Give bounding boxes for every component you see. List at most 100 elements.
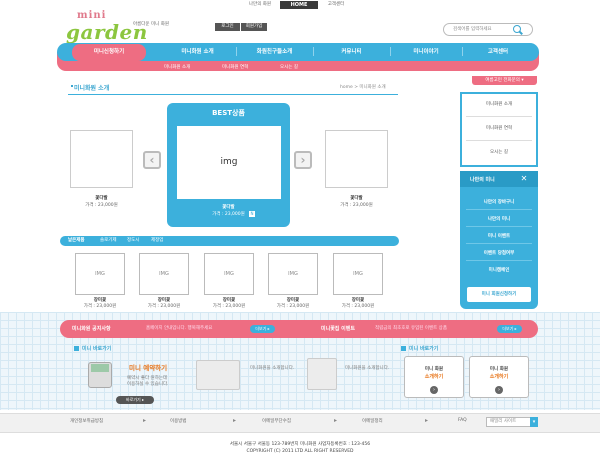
event-label: 미니꽃집 이벤트: [321, 326, 355, 332]
reservation-title[interactable]: 미니 예약하기: [129, 362, 167, 372]
category-tab[interactable]: 정도시: [127, 236, 139, 246]
tree-illustration: [307, 358, 337, 390]
notice-bar: [60, 320, 538, 338]
footer-link[interactable]: FAQ: [458, 418, 467, 423]
nav-item-apply[interactable]: 미니신청하기: [72, 44, 146, 61]
top-link-home[interactable]: HOME: [280, 1, 318, 9]
notice-label: 미니화원 공지사항: [72, 326, 111, 332]
quick-card-label: 소개하기: [489, 374, 509, 380]
product-price: 가격 : 23,000원: [83, 304, 117, 309]
section-bullet: [74, 346, 79, 351]
event-more-button[interactable]: 더보기 ▸: [497, 325, 522, 333]
category-tab[interactable]: 낱은제품: [68, 236, 85, 246]
chevron-down-icon[interactable]: ▾: [530, 417, 538, 427]
product-price: 가격 : 23,000원: [276, 304, 310, 309]
product-image[interactable]: IMG: [139, 253, 189, 295]
footer-address: 서울시 서울구 서울동 123-789번지 미니화원 사업자등록번호 : 123…: [229, 442, 371, 447]
side-link-location[interactable]: 오시는 길: [462, 149, 536, 155]
product-name: 꽃다발: [95, 196, 108, 201]
phone-screen: [91, 364, 109, 372]
best-product-name: 꽃다발: [222, 205, 235, 210]
nav-item-story[interactable]: 미니이야기: [391, 43, 461, 61]
section-bullet: [401, 346, 406, 351]
side-link-history[interactable]: 미니화원 연혁: [462, 125, 536, 131]
category-tab[interactable]: 제정업: [151, 236, 163, 246]
search-icon[interactable]: [513, 25, 521, 33]
side-tab-contact[interactable]: 여름고민 전화문의 ▾: [472, 76, 537, 85]
section-bullet: [71, 85, 73, 87]
event-text[interactable]: 적립금의 최초호로 유입된 이벤트 상품: [375, 320, 447, 338]
illustration-caption: 미니화원을 소개합니다.: [250, 366, 295, 371]
side-item-cart[interactable]: 나만의 장바구니: [466, 199, 532, 205]
product-image[interactable]: IMG: [333, 253, 383, 295]
quick-card-label: 소개하기: [424, 374, 444, 380]
logo-tagline: 아름다운 미니 화원: [133, 22, 169, 27]
subnav-item-location[interactable]: 오시는 길: [280, 64, 298, 72]
footer-copyright: COPYRIGHT (C) 2011 LTD ALL RIGHT RESERVE…: [246, 449, 354, 454]
footer-link[interactable]: 이메일정리: [362, 418, 383, 424]
join-link[interactable]: 회원가입: [241, 23, 267, 31]
top-link-support[interactable]: 고객센터: [318, 1, 354, 9]
divider: [466, 140, 532, 141]
category-tab[interactable]: 솔로기제: [100, 236, 117, 246]
new-badge: N: [249, 211, 255, 217]
reservation-go-button[interactable]: 바로가기 ▸: [116, 396, 154, 404]
go-icon[interactable]: ›: [430, 386, 438, 394]
reservation-text: 이용하실 수 있습니다.: [127, 382, 169, 387]
side-link-intro[interactable]: 미니화원 소개: [462, 101, 536, 107]
side-item-event[interactable]: 미니 이벤트: [466, 233, 532, 239]
side-item-campaign[interactable]: 미니캠페인: [466, 267, 532, 273]
subnav-item-intro[interactable]: 미니화원 소개: [164, 64, 190, 72]
notice-text[interactable]: 홈페이지 안내입니다. 행복해주세요: [146, 320, 212, 338]
product-thumb[interactable]: [70, 130, 133, 188]
nav-item-intro[interactable]: 미니화원 소개: [160, 43, 235, 61]
illustration: [196, 360, 240, 390]
footer-link[interactable]: 개인정보취급방침: [70, 418, 103, 424]
divider: [466, 209, 532, 210]
login-link[interactable]: 로그인: [215, 23, 240, 31]
product-image[interactable]: IMG: [75, 253, 125, 295]
page-title: 미니화원 소개: [74, 85, 110, 92]
divider: [466, 116, 532, 117]
top-link-my-garden[interactable]: 나만의 화원: [240, 1, 280, 9]
product-name: 꽃다발: [350, 196, 363, 201]
chevron-right-icon: ▸: [233, 417, 237, 424]
quick-title-right: 미니 바로가기: [409, 346, 439, 352]
footer-link[interactable]: 이용방법: [170, 418, 187, 424]
divider: [466, 260, 532, 261]
chevron-right-icon: ▸: [143, 417, 147, 424]
best-title: BEST상품: [212, 109, 245, 117]
product-image[interactable]: IMG: [268, 253, 318, 295]
chevron-right-icon: ▸: [425, 417, 429, 424]
best-product-price: 가격 : 23,000원: [212, 212, 245, 217]
product-thumb[interactable]: [325, 130, 388, 188]
divider: [68, 94, 398, 95]
breadcrumb: home > 미니화원 소개: [340, 85, 386, 90]
nav-item-community[interactable]: 커뮤니티: [314, 43, 389, 61]
nav-item-friends[interactable]: 화원친구들소개: [237, 43, 312, 61]
divider: [466, 243, 532, 244]
illustration-caption: 미니화원을 소개합니다.: [345, 366, 390, 371]
footer-link[interactable]: 이메일무단수집: [262, 418, 291, 424]
member-signup-button[interactable]: 미니 회원신청하기: [467, 287, 531, 302]
notice-more-button[interactable]: 더보기 ▸: [250, 325, 275, 333]
product-price: 가격 : 23,000원: [212, 304, 246, 309]
go-icon[interactable]: ›: [495, 386, 503, 394]
nav-item-support[interactable]: 고객센터: [463, 43, 533, 61]
close-icon[interactable]: ✕: [518, 173, 530, 185]
quick-title-left: 미니 바로가기: [82, 346, 112, 352]
side-item-event-winners[interactable]: 이벤트 당첨여부: [466, 250, 532, 256]
best-product-image[interactable]: img: [177, 126, 281, 199]
subnav-item-history[interactable]: 미니화원 연혁: [222, 64, 248, 72]
carousel-next-button[interactable]: ›: [294, 151, 312, 169]
product-price: 가격 : 23,000원: [147, 304, 181, 309]
product-image[interactable]: IMG: [204, 253, 254, 295]
divider: [466, 226, 532, 227]
side-item-my-mini[interactable]: 나만의 미니: [466, 216, 532, 222]
chevron-right-icon: ▸: [334, 417, 338, 424]
product-price: 가격 : 23,000원: [340, 203, 373, 208]
quick-card-label: 미니 화원: [489, 367, 509, 372]
product-price: 가격 : 23,000원: [341, 304, 375, 309]
my-mini-title: 나만의 미니: [470, 177, 495, 183]
carousel-prev-button[interactable]: ‹: [143, 151, 161, 169]
